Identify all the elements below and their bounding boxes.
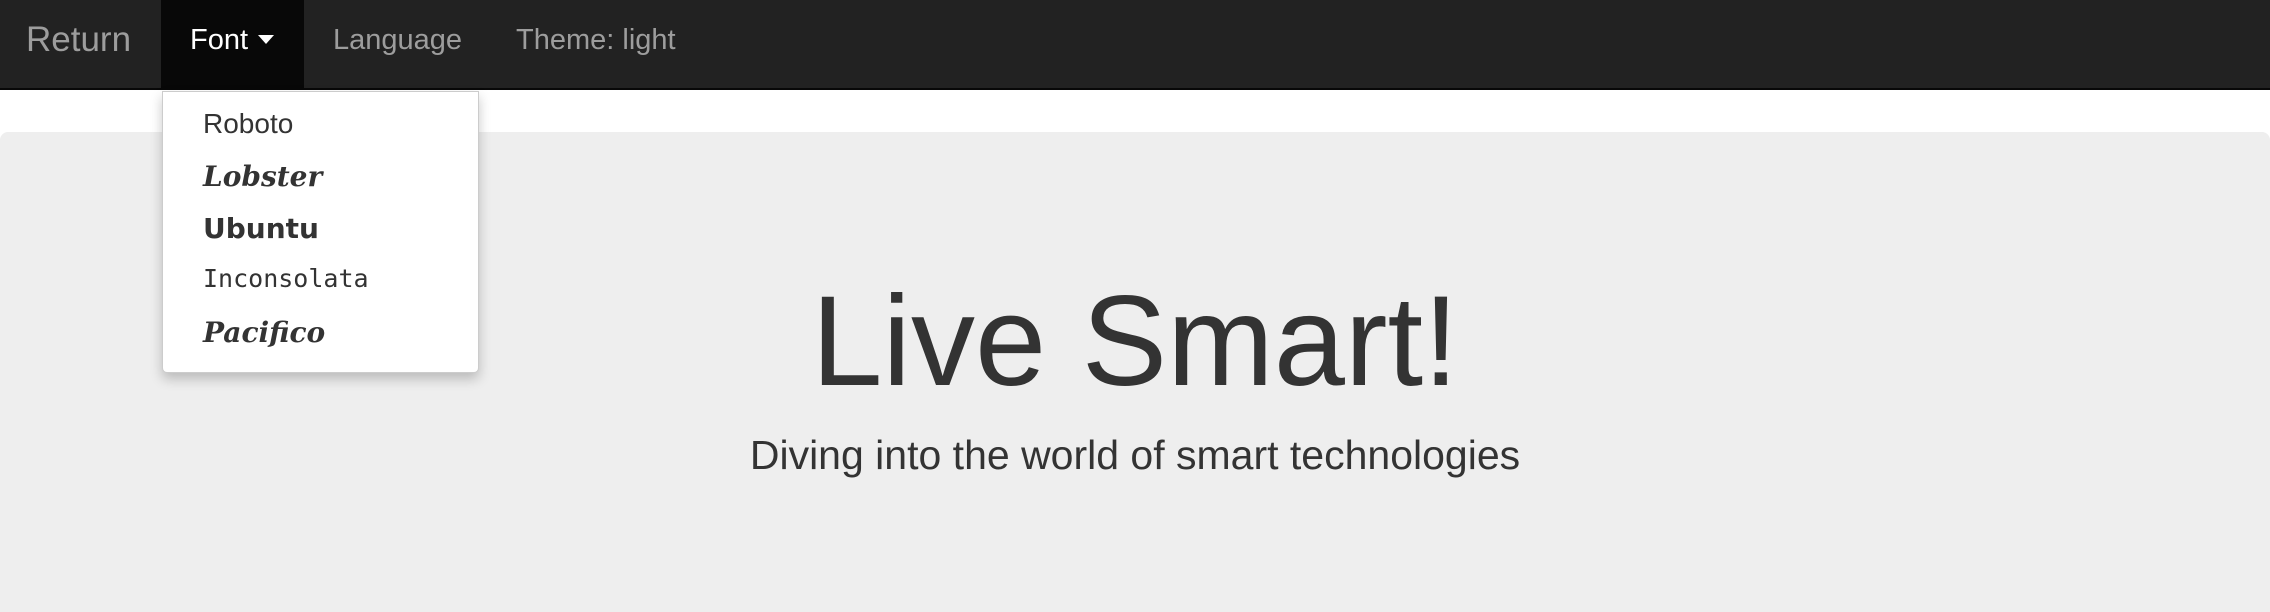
caret-down-icon — [258, 34, 275, 44]
nav-theme-toggle[interactable]: Theme: light — [516, 0, 676, 89]
nav-language[interactable]: Language — [333, 0, 462, 89]
nav-font-label: Font — [190, 24, 249, 56]
font-dropdown-menu: Roboto Lobster Ubuntu Inconsolata Pacifi… — [162, 91, 479, 373]
font-option-lobster[interactable]: Lobster — [203, 160, 322, 193]
hero-subtitle: Diving into the world of smart technolog… — [749, 432, 1521, 478]
nav-font-dropdown-toggle[interactable]: Font — [161, 0, 304, 89]
font-option-pacifico[interactable]: Pacifico — [203, 316, 325, 349]
brand-link[interactable]: Return — [26, 0, 131, 80]
navbar: Return Font Language Theme: light — [0, 0, 2270, 90]
font-option-ubuntu[interactable]: Ubuntu — [203, 212, 319, 245]
font-option-inconsolata[interactable]: Inconsolata — [203, 264, 369, 293]
font-option-roboto[interactable]: Roboto — [203, 108, 293, 140]
